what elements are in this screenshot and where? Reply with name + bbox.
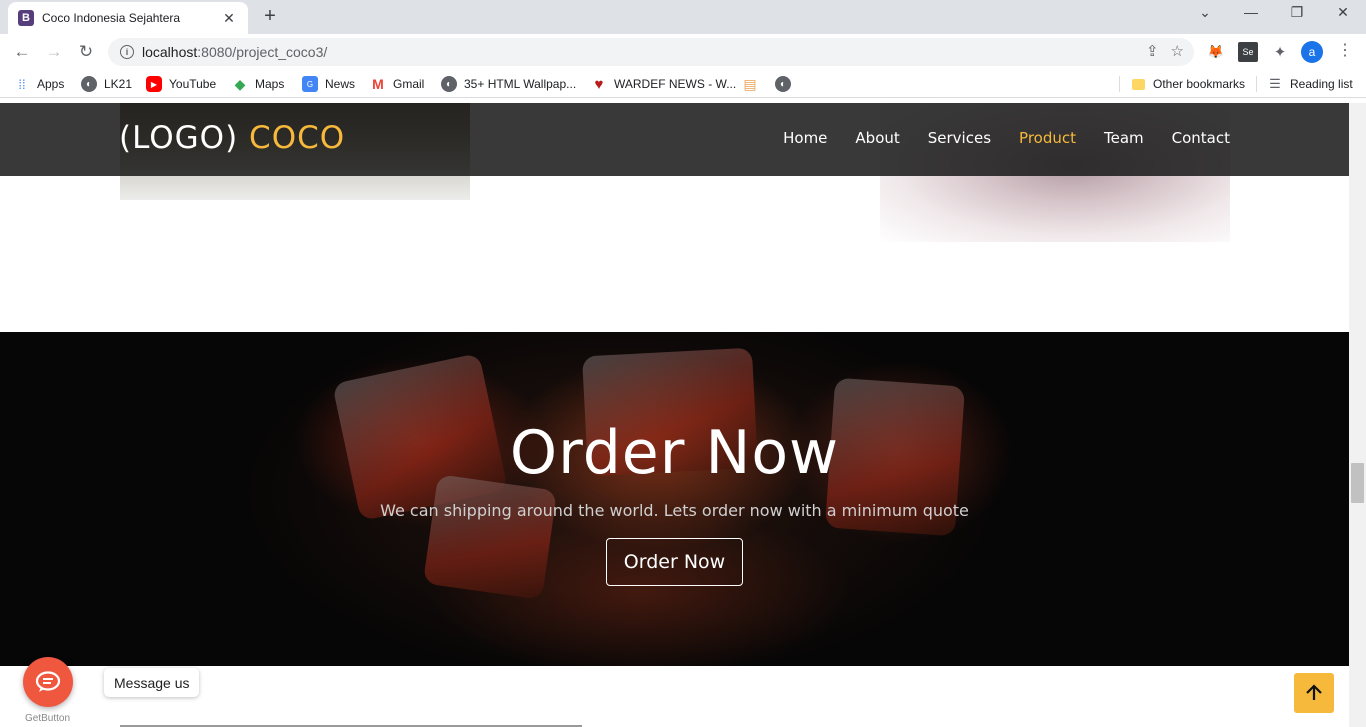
bookmark-label: WARDEF NEWS - W...	[614, 77, 737, 91]
bookmark-label: LK21	[104, 77, 133, 91]
globe-icon: ◐	[775, 76, 791, 92]
site-info-icon[interactable]: i	[120, 45, 134, 59]
browser-menu-icon[interactable]: ⋮	[1337, 40, 1353, 60]
wardef-icon: ♥	[594, 75, 604, 93]
back-icon[interactable]: ←	[10, 40, 34, 64]
bookmark-gmail[interactable]: M Gmail	[370, 74, 424, 94]
bookmark-divider	[1119, 76, 1120, 92]
site-navbar: (LOGO) COCO Home About Services Product …	[0, 103, 1349, 176]
nav-about[interactable]: About	[855, 129, 899, 147]
bookmark-label: YouTube	[169, 77, 217, 91]
minimize-icon[interactable]: —	[1236, 4, 1266, 20]
nav-contact[interactable]: Contact	[1172, 129, 1230, 147]
site-logo[interactable]: (LOGO) COCO	[119, 120, 345, 156]
bookmark-label: Maps	[255, 77, 285, 91]
message-us-button[interactable]	[23, 657, 73, 707]
bookmarks-bar: ⁞⁞ Apps ◐ LK21 ▶ YouTube ◆ Maps G News M…	[0, 70, 1366, 98]
tab-title: Coco Indonesia Sejahtera	[42, 11, 181, 25]
extensions-puzzle-icon[interactable]: ✦	[1270, 42, 1290, 62]
message-us-tooltip[interactable]: Message us	[104, 668, 200, 697]
nav-product[interactable]: Product	[1019, 129, 1076, 147]
bookmark-youtube[interactable]: ▶ YouTube	[146, 74, 216, 94]
other-bookmarks-label: Other bookmarks	[1153, 77, 1246, 91]
folder-icon	[1130, 76, 1146, 92]
selenium-ide-icon[interactable]: Se	[1238, 42, 1258, 62]
chat-bubble-icon	[35, 671, 61, 692]
arrow-up-icon	[1306, 684, 1322, 700]
bookmark-extra[interactable]: ▤	[742, 74, 765, 94]
scrollbar-thumb[interactable]	[1351, 463, 1364, 503]
nav-services[interactable]: Services	[928, 129, 991, 147]
gmail-icon: M	[372, 76, 384, 92]
browser-tab[interactable]: B Coco Indonesia Sejahtera ✕	[8, 2, 248, 34]
bookmark-wardef[interactable]: ♥ WARDEF NEWS - W...	[591, 74, 737, 94]
news-icon: G	[302, 76, 318, 92]
browser-tab-bar: B Coco Indonesia Sejahtera ✕ + ⌄ — ❐ ✕	[0, 0, 1366, 34]
restore-icon[interactable]: ❐	[1282, 4, 1312, 21]
profile-avatar[interactable]: a	[1301, 41, 1323, 63]
url-host: localhost	[142, 44, 198, 60]
bookmark-maps[interactable]: ◆ Maps	[232, 74, 285, 94]
bookmark-wallpapers[interactable]: ◐ 35+ HTML Wallpap...	[441, 74, 576, 94]
youtube-icon: ▶	[146, 76, 162, 92]
bookmark-lk21[interactable]: ◐ LK21	[81, 74, 132, 94]
forward-icon[interactable]: →	[42, 40, 66, 64]
apps-grid-icon: ⁞⁞	[18, 76, 26, 92]
other-bookmarks[interactable]: Other bookmarks	[1130, 74, 1245, 94]
page-scrollbar[interactable]	[1349, 103, 1366, 727]
order-subtitle: We can shipping around the world. Lets o…	[380, 501, 969, 520]
nav-team[interactable]: Team	[1104, 129, 1144, 147]
nav-home[interactable]: Home	[783, 129, 827, 147]
new-tab-icon[interactable]: +	[258, 5, 282, 28]
address-bar[interactable]: i localhost:8080/project_coco3/ ⇪ ☆	[108, 38, 1194, 66]
maps-icon: ◆	[234, 75, 246, 92]
order-now-button[interactable]: Order Now	[606, 538, 743, 586]
tab-close-icon[interactable]: ✕	[220, 10, 238, 27]
back-to-top-button[interactable]	[1294, 673, 1334, 713]
url-path: :8080/project_coco3/	[197, 44, 328, 60]
browser-toolbar: ← → ↻ i localhost:8080/project_coco3/ ⇪ …	[0, 34, 1366, 70]
bootstrap-favicon-icon: B	[18, 10, 34, 26]
bookmark-label: 35+ HTML Wallpap...	[464, 77, 577, 91]
reading-list-icon: ☰	[1269, 76, 1281, 91]
reading-list-label: Reading list	[1290, 77, 1353, 91]
page-viewport: (LOGO) COCO Home About Services Product …	[0, 103, 1349, 727]
getbutton-label[interactable]: GetButton	[25, 713, 70, 724]
globe-icon: ◐	[441, 76, 457, 92]
logo-main: (LOGO)	[119, 120, 239, 156]
bookmark-globe[interactable]: ◐	[775, 74, 798, 94]
coal-background-shape	[422, 474, 558, 600]
reload-icon[interactable]: ↻	[74, 40, 98, 64]
globe-icon: ◐	[81, 76, 97, 92]
bookmark-label: Gmail	[393, 77, 425, 91]
cake-icon: ▤	[743, 75, 757, 92]
order-now-section: Order Now We can shipping around the wor…	[0, 332, 1349, 666]
bookmark-divider	[1256, 76, 1257, 92]
order-title: Order Now	[509, 418, 840, 488]
bookmark-news[interactable]: G News	[302, 74, 355, 94]
bookmark-star-icon[interactable]: ☆	[1171, 42, 1184, 60]
reading-list[interactable]: ☰ Reading list	[1267, 74, 1353, 94]
bookmark-label: News	[325, 77, 356, 91]
metamask-icon[interactable]: 🦊	[1206, 42, 1226, 62]
logo-accent: COCO	[249, 120, 346, 156]
bookmark-label: Apps	[37, 77, 65, 91]
tab-search-icon[interactable]: ⌄	[1190, 4, 1220, 21]
share-icon[interactable]: ⇪	[1146, 42, 1159, 60]
bookmark-apps[interactable]: ⁞⁞ Apps	[14, 74, 64, 94]
main-menu: Home About Services Product Team Contact	[783, 129, 1230, 147]
close-window-icon[interactable]: ✕	[1328, 4, 1358, 21]
